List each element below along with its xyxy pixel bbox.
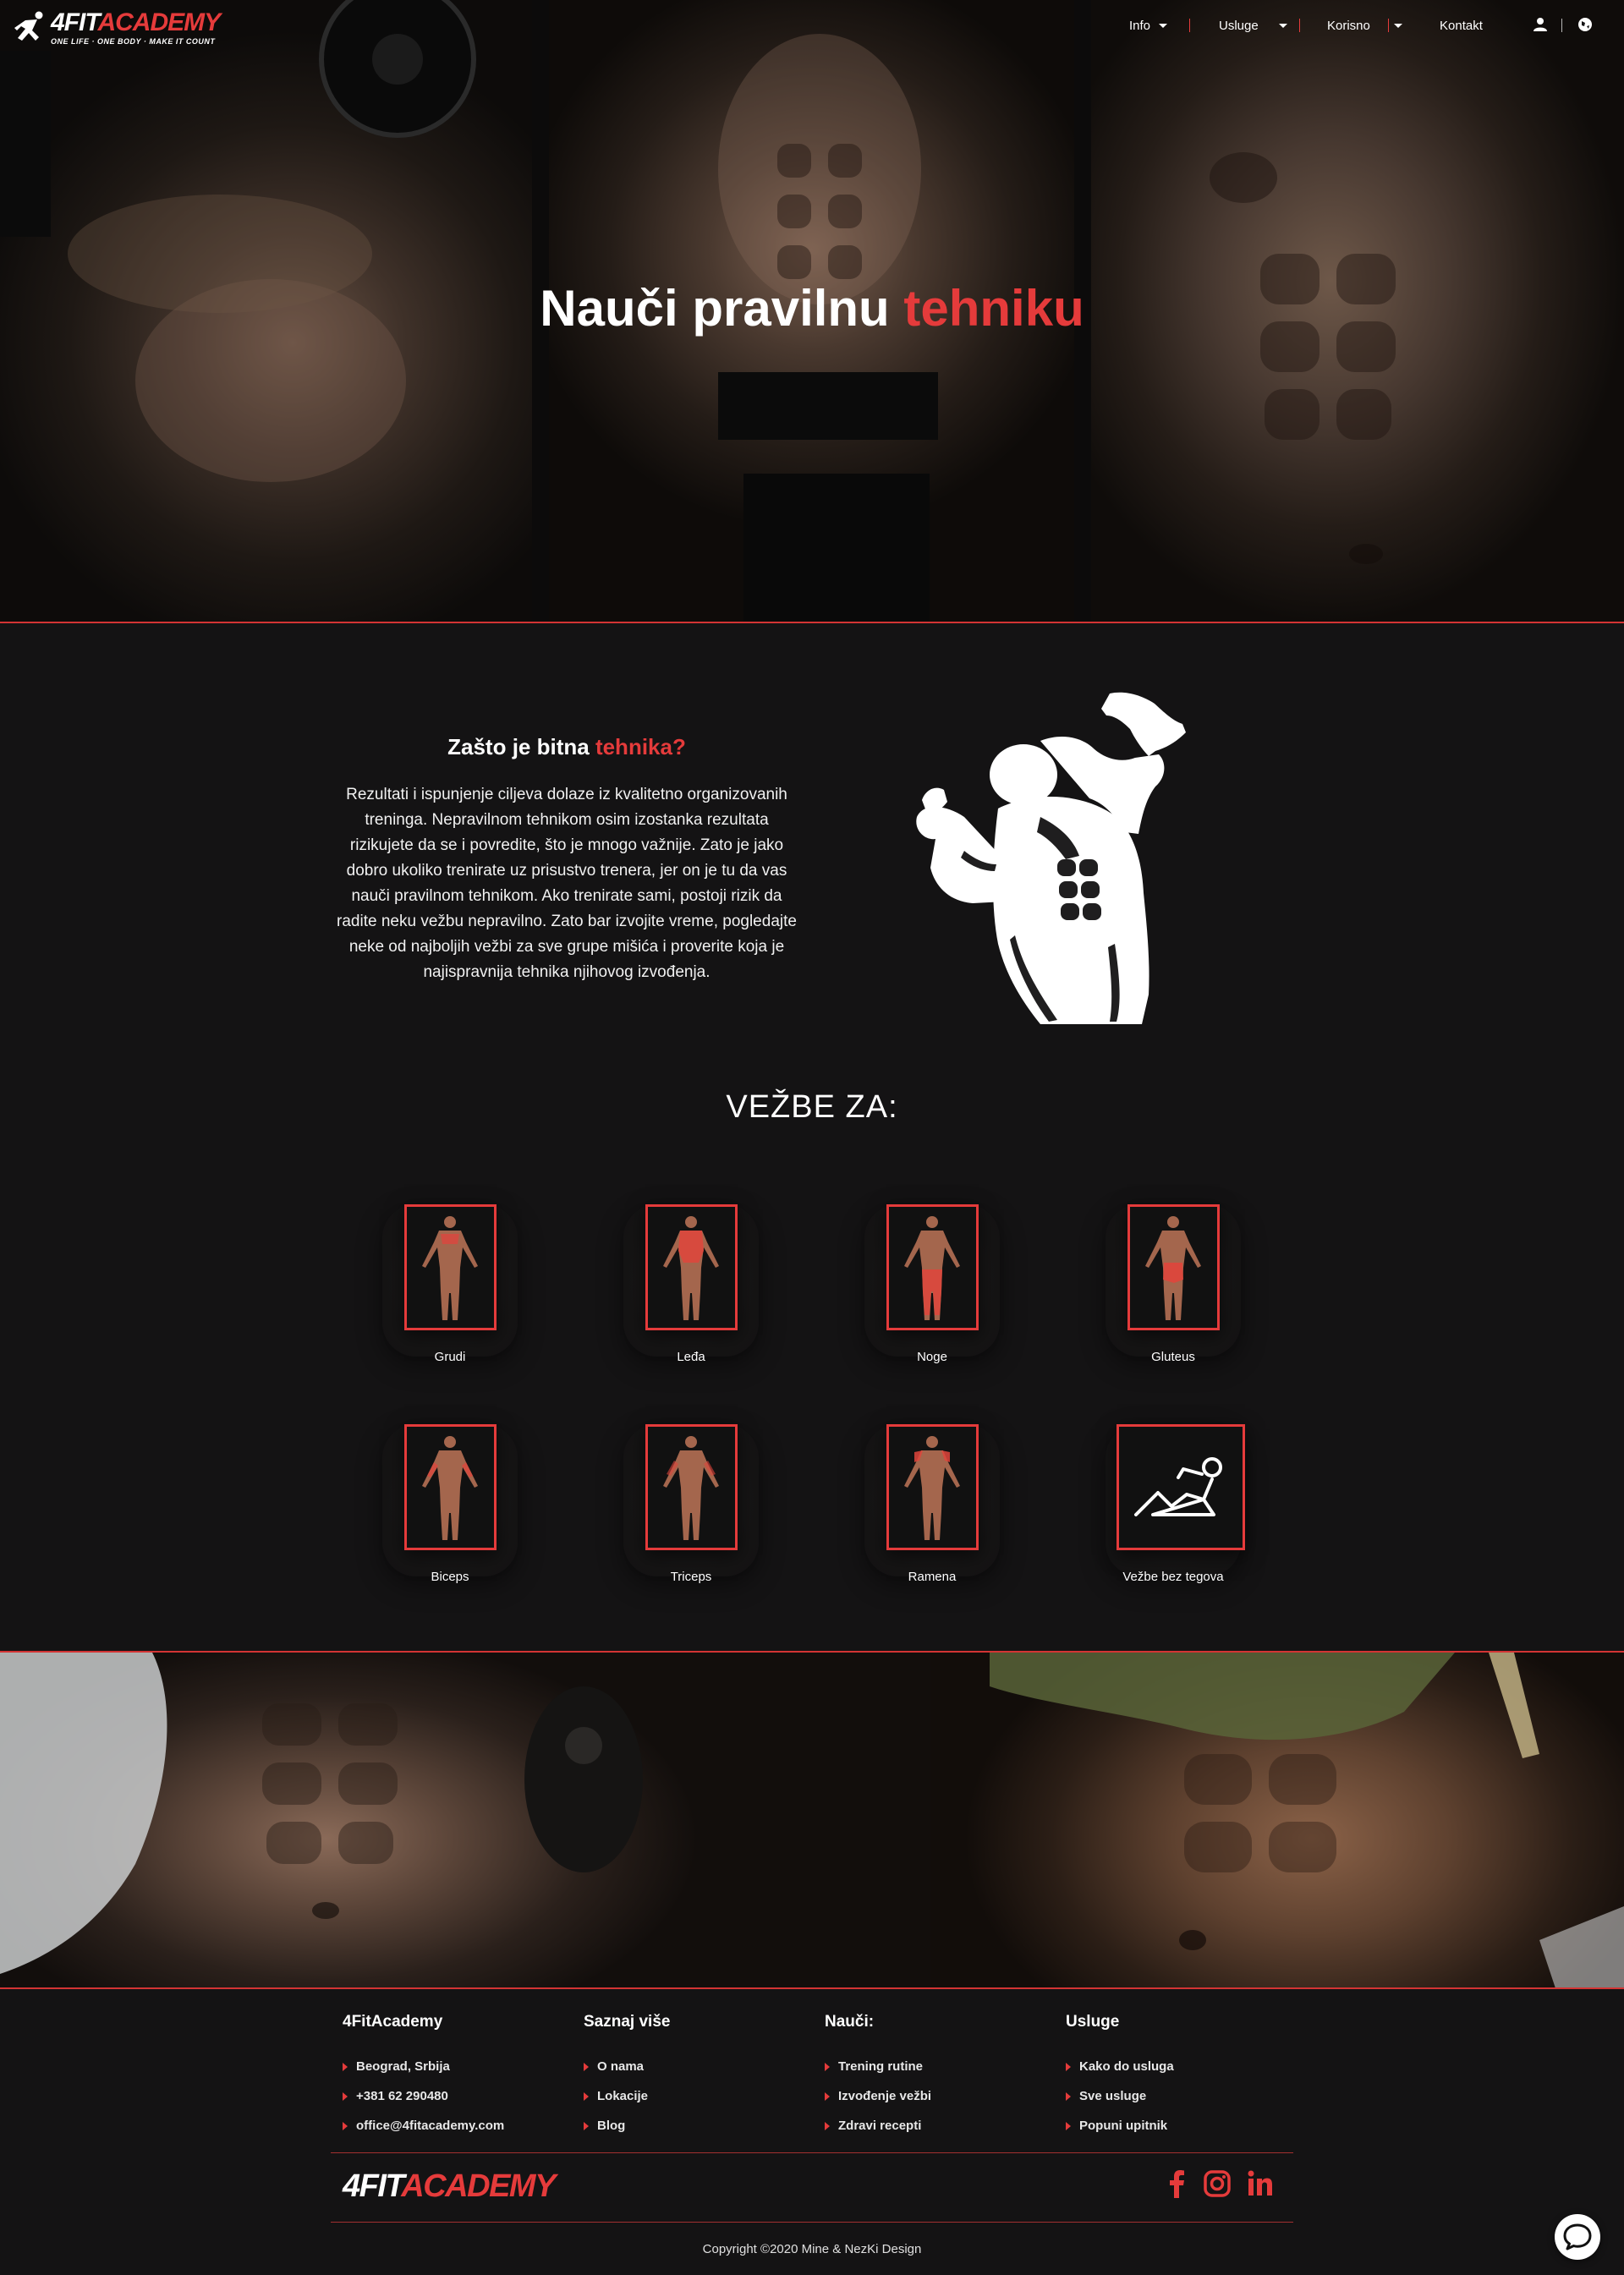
chat-bubble-icon [1563,2223,1592,2250]
hero-title-accent: tehniku [903,280,1084,337]
nav-divider [1388,19,1389,32]
hero-title: Nauči pravilnu tehniku [0,279,1624,337]
nav-item-korisno[interactable]: Korisno [1327,16,1402,35]
chevron-down-icon [1159,23,1168,28]
chest-muscle-icon [404,1204,497,1330]
footer-link-sve-usluge[interactable]: Sve usluge [1066,2081,1286,2111]
caret-right-icon [825,2091,830,2101]
nav-item-usluge[interactable]: Usluge [1219,16,1287,35]
exercise-card-grudi[interactable]: Grudi [365,1204,535,1390]
caret-right-icon [584,2091,589,2101]
footer-column-title: Nauči: [825,2013,875,2031]
why-technique-text: Rezultati i ispunjenje ciljeva dolaze iz… [337,786,797,981]
exercises-title: VEŽBE ZA: [726,1089,898,1125]
hero-title-white: Nauči pravilnu [540,280,904,337]
chevron-down-icon [1393,23,1402,28]
globe-icon[interactable] [1577,17,1593,32]
footer-link-blog[interactable]: Blog [584,2111,804,2141]
caret-right-icon [825,2062,830,2071]
footer-link-phone[interactable]: +381 62 290480 [343,2081,562,2111]
bodybuilder-silhouette-icon [916,692,1186,1024]
exercise-card-noge[interactable]: Noge [848,1204,1017,1390]
footer-link-popuni-upitnik[interactable]: Popuni upitnik [1066,2111,1286,2141]
exercise-card-triceps[interactable]: Triceps [606,1424,776,1610]
nav-divider [1189,19,1190,32]
nav-label: Info [1129,18,1151,33]
exercise-label: Grudi [434,1350,466,1364]
nav-item-info[interactable]: Info [1129,16,1168,35]
hero-section: Nauči pravilnu tehniku [0,0,1624,623]
footer-link-o-nama[interactable]: O nama [584,2052,804,2081]
nav-divider [1561,19,1562,32]
footer-column-nauci: Nauči: Trening rutine Izvođenje vežbi Zd… [825,2013,1045,2141]
footer-column-title: Saznaj više [584,2013,671,2031]
footer-logo[interactable]: 4FITACADEMY [343,2168,556,2205]
exercise-label: Vežbe bez tegova [1122,1570,1224,1584]
exercise-label: Noge [917,1350,947,1364]
footer-link-email[interactable]: office@4fitacademy.com [343,2111,562,2141]
copyright-text: Copyright ©2020 Mine & NezKi Design [702,2242,922,2256]
exercise-label: Leđa [677,1350,705,1364]
abs-banner-photo [0,1651,1624,1989]
triceps-muscle-icon [645,1424,738,1550]
exercise-card-ramena[interactable]: Ramena [848,1424,1017,1610]
instagram-icon[interactable] [1204,2169,1231,2198]
footer-link-lokacije[interactable]: Lokacije [584,2081,804,2111]
nav-divider [1299,19,1300,32]
exercise-label: Biceps [431,1570,469,1584]
exercise-label: Ramena [908,1570,957,1584]
chevron-down-icon [1278,23,1287,28]
footer-column-saznaj: Saznaj više O nama Lokacije Blog [584,2013,804,2141]
nav-item-kontakt[interactable]: Kontakt [1440,16,1483,35]
footer-column-title: 4FitAcademy [343,2013,443,2031]
nav-label: Usluge [1219,18,1259,33]
site-logo[interactable]: 4FITACADEMY ONE LIFE · ONE BODY · MAKE I… [14,7,221,47]
exercise-label: Triceps [670,1570,712,1584]
nav-label: Kontakt [1440,18,1483,33]
user-icon[interactable] [1533,17,1548,32]
facebook-icon[interactable] [1164,2169,1191,2198]
legs-muscle-icon [886,1204,979,1330]
gluteus-muscle-icon [1127,1204,1220,1330]
why-technique-title: Zašto je bitna tehnika? [330,734,804,760]
footer-divider [331,2152,1293,2153]
banner-photo-right [930,1653,1624,1987]
footer-column-usluge: Usluge Kako do usluga Sve usluge Popuni … [1066,2013,1286,2141]
logo-tagline: ONE LIFE · ONE BODY · MAKE IT COUNT [51,37,216,46]
nav-label: Korisno [1327,18,1370,33]
why-title-accent: tehnika? [595,734,686,759]
exercise-card-biceps[interactable]: Biceps [365,1424,535,1610]
biceps-muscle-icon [404,1424,497,1550]
linkedin-icon[interactable] [1247,2169,1274,2198]
footer-link-address[interactable]: Beograd, Srbija [343,2052,562,2081]
back-muscle-icon [645,1204,738,1330]
caret-right-icon [343,2121,348,2130]
caret-right-icon [825,2121,830,2130]
banner-photo-left [0,1653,930,1987]
exercise-card-gluteus[interactable]: Gluteus [1089,1204,1258,1390]
chat-button[interactable] [1555,2214,1600,2260]
caret-right-icon [584,2062,589,2071]
situp-icon [1116,1424,1245,1550]
why-title-white: Zašto je bitna [447,734,595,759]
runner-logo-icon [14,11,43,41]
caret-right-icon [1066,2062,1071,2071]
footer-column-contact: 4FitAcademy Beograd, Srbija +381 62 2904… [343,2013,562,2141]
caret-right-icon [1066,2091,1071,2101]
caret-right-icon [1066,2121,1071,2130]
caret-right-icon [343,2091,348,2101]
caret-right-icon [584,2121,589,2130]
shoulders-muscle-icon [886,1424,979,1550]
footer-link-izvodjenje-vezbi[interactable]: Izvođenje vežbi [825,2081,1045,2111]
footer-link-kako-do-usluga[interactable]: Kako do usluga [1066,2052,1286,2081]
footer-column-title: Usluge [1066,2013,1120,2031]
footer-link-trening-rutine[interactable]: Trening rutine [825,2052,1045,2081]
footer-link-zdravi-recepti[interactable]: Zdravi recepti [825,2111,1045,2141]
footer-divider [331,2222,1293,2223]
exercise-label: Gluteus [1151,1350,1195,1364]
caret-right-icon [343,2062,348,2071]
exercise-card-ledja[interactable]: Leđa [606,1204,776,1390]
exercise-card-bez-tegova[interactable]: Vežbe bez tegova [1089,1424,1258,1610]
logo-text: 4FITACADEMY [51,8,221,36]
